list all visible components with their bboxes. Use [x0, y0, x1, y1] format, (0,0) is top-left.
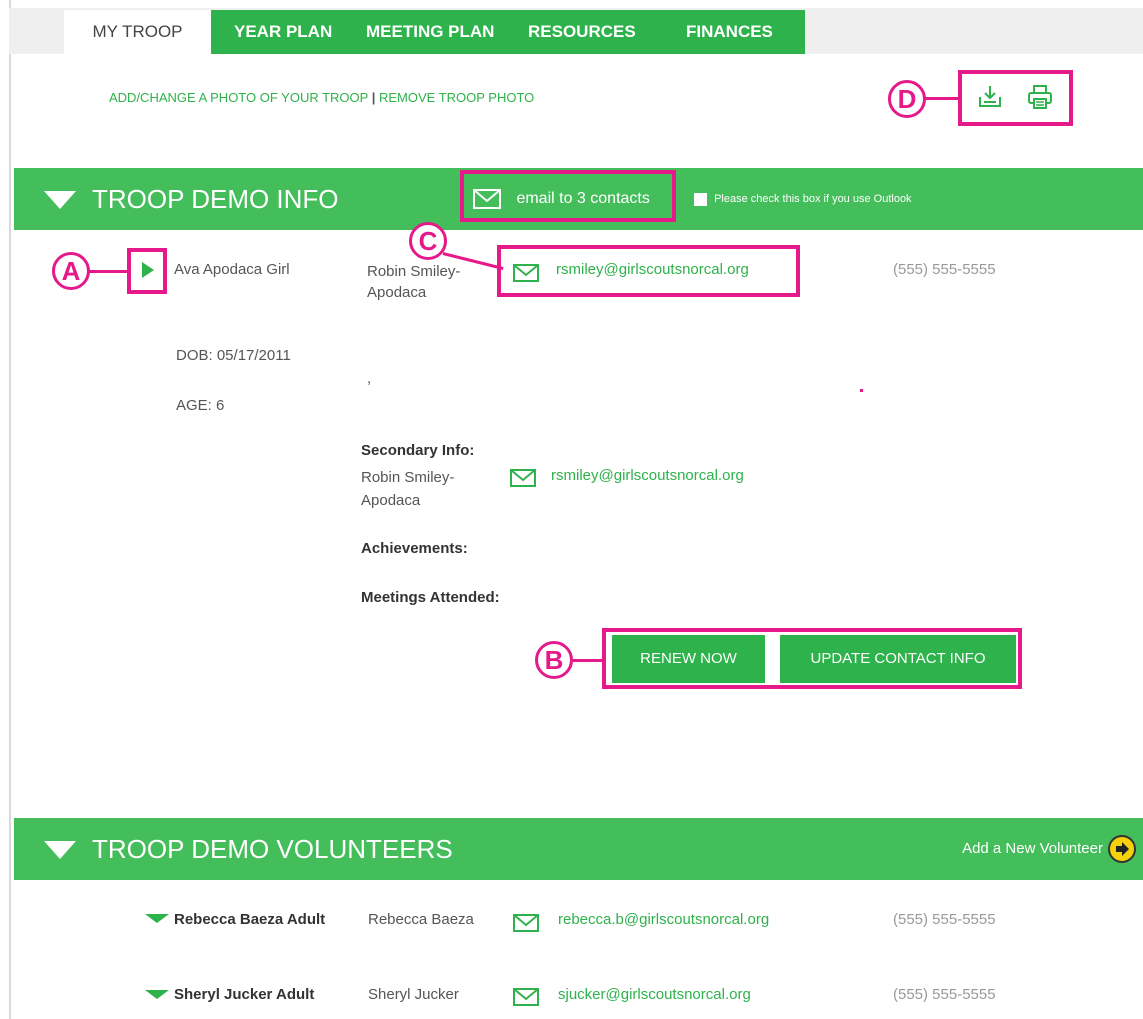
- girl-email-link[interactable]: rsmiley@girlscoutsnorcal.org: [556, 261, 749, 278]
- volunteer-email-link[interactable]: rebecca.b@girlscoutsnorcal.org: [558, 911, 769, 928]
- remove-photo-link[interactable]: REMOVE TROOP PHOTO: [379, 90, 534, 105]
- troop-photo-links: ADD/CHANGE A PHOTO OF YOUR TROOP | REMOV…: [109, 90, 534, 105]
- link-separator: |: [371, 90, 376, 105]
- secondary-line1: Robin Smiley-: [361, 469, 455, 486]
- volunteer-expand-icon[interactable]: [145, 990, 169, 999]
- tab-my-troop[interactable]: MY TROOP: [64, 10, 211, 54]
- outlook-option: Please check this box if you use Outlook: [694, 168, 912, 230]
- annotation-d: D: [888, 80, 926, 118]
- secondary-line2: Apodaca: [361, 492, 421, 509]
- collapse-triangle-icon[interactable]: [44, 841, 76, 859]
- troop-volunteers-header: TROOP DEMO VOLUNTEERS Add a New Voluntee…: [14, 818, 1143, 880]
- annotation-a-line: [89, 270, 129, 273]
- annotation-b: B: [535, 641, 573, 679]
- annotation-a: A: [52, 252, 90, 290]
- secondary-contact: Robin Smiley- Apodaca: [361, 466, 454, 512]
- annotation-c: C: [409, 222, 447, 260]
- annotation-d-line: [925, 97, 960, 100]
- download-icon[interactable]: [976, 83, 1004, 111]
- add-photo-link[interactable]: ADD/CHANGE A PHOTO OF YOUR TROOP: [109, 90, 368, 105]
- girl-parent-line1: Robin Smiley-: [367, 263, 461, 280]
- envelope-icon: [513, 264, 539, 282]
- tab-meeting-plan[interactable]: MEETING PLAN: [366, 10, 494, 54]
- tab-finances[interactable]: FINANCES: [686, 10, 773, 54]
- girl-phone: (555) 555-5555: [893, 261, 996, 278]
- volunteer-label: Rebecca Baeza Adult: [174, 911, 326, 928]
- tab-year-plan[interactable]: YEAR PLAN: [234, 10, 332, 54]
- stray-comma: ,: [367, 370, 372, 387]
- tab-resources[interactable]: RESOURCES: [528, 10, 636, 54]
- annotation-b-line: [571, 659, 605, 662]
- secondary-email-link[interactable]: rsmiley@girlscoutsnorcal.org: [551, 467, 744, 484]
- envelope-icon: [510, 469, 536, 487]
- arrow-circle-icon[interactable]: [1107, 834, 1137, 864]
- volunteer-label: Sheryl Jucker Adult: [174, 986, 315, 1003]
- envelope-icon: [513, 914, 539, 932]
- outlook-label: Please check this box if you use Outlook: [714, 193, 912, 205]
- outlook-checkbox[interactable]: [694, 192, 707, 206]
- troop-volunteers-title: TROOP DEMO VOLUNTEERS: [92, 834, 453, 864]
- page-left-border: [9, 0, 11, 1019]
- volunteer-name: Rebecca Baeza: [368, 911, 474, 928]
- collapse-triangle-icon[interactable]: [44, 191, 76, 209]
- secondary-heading: Secondary Info:: [361, 442, 475, 459]
- add-volunteer-link[interactable]: Add a New Volunteer: [962, 818, 1103, 880]
- renew-now-button[interactable]: RENEW NOW: [612, 635, 765, 683]
- girl-dob: DOB: 05/17/2011: [176, 347, 291, 364]
- volunteer-phone: (555) 555-5555: [893, 986, 996, 1003]
- volunteer-expand-icon[interactable]: [145, 914, 169, 923]
- expand-row-icon[interactable]: [142, 262, 154, 278]
- girl-name: Ava Apodaca Girl: [174, 261, 290, 278]
- annotation-c-top-box: [460, 170, 676, 222]
- update-contact-info-button[interactable]: UPDATE CONTACT INFO: [780, 635, 1016, 683]
- volunteer-name: Sheryl Jucker: [368, 986, 459, 1003]
- envelope-icon: [513, 988, 539, 1006]
- achievements-label: Achievements:: [361, 540, 468, 557]
- girl-parent: Robin Smiley- Apodaca: [367, 261, 460, 303]
- troop-info-title: TROOP DEMO INFO: [92, 184, 339, 214]
- stray-dot: [860, 389, 863, 392]
- girl-age: AGE: 6: [176, 397, 225, 414]
- volunteer-email-link[interactable]: sjucker@girlscoutsnorcal.org: [558, 986, 751, 1003]
- meetings-attended-label: Meetings Attended:: [361, 589, 500, 606]
- volunteer-phone: (555) 555-5555: [893, 911, 996, 928]
- print-icon[interactable]: [1026, 83, 1054, 111]
- girl-parent-line2: Apodaca: [367, 284, 427, 301]
